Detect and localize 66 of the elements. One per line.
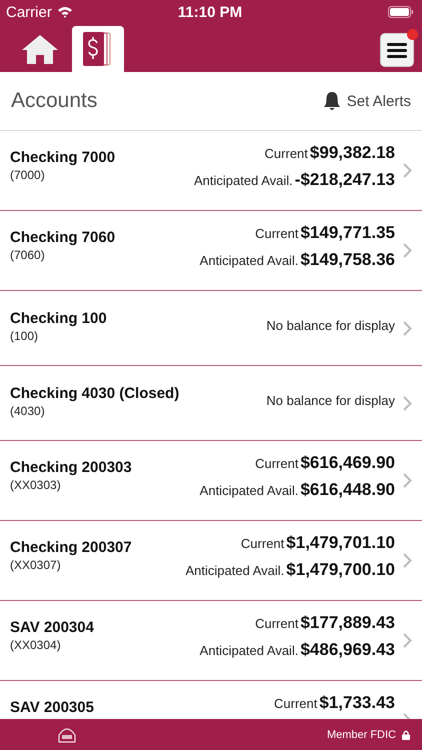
lock-icon — [402, 730, 410, 740]
carrier-text: Carrier — [6, 4, 52, 20]
status-time: 11:10 PM — [176, 4, 244, 20]
balance-label: Current — [240, 536, 284, 551]
chevron-icon — [403, 243, 412, 258]
account-row[interactable]: Checking 200303 (XX0303) Current$616,469.90 Anticipated Avail.$616,448.90 — [0, 441, 422, 521]
account-name: Checking 100 — [10, 310, 108, 327]
account-row[interactable]: Checking 200307 (XX0307) Current$1,479,701.10 Anticipated Avail.$1,479,700.10 — [0, 521, 422, 601]
current-balance: $616,469.90 — [300, 453, 395, 473]
chevron-icon — [403, 553, 412, 568]
account-name: SAV 200304 — [10, 619, 95, 636]
balance-label: Current — [255, 226, 298, 241]
account-number: (100) — [10, 329, 40, 343]
account-number: (XX0304) — [10, 638, 62, 652]
account-name: Checking 7060 — [10, 229, 116, 246]
account-name: Checking 200303 — [10, 459, 133, 476]
account-row[interactable]: SAV 200304 (XX0304) Current$177,889.43 Anticipated Avail.$486,969.43 — [0, 601, 422, 681]
current-balance: $177,889.43 — [300, 613, 395, 633]
account-name: Checking 4030 (Closed) — [10, 385, 180, 402]
current-balance: $149,771.35 — [300, 223, 395, 243]
no-balance-text: No balance for display — [266, 317, 395, 333]
account-number: (XX0303) — [10, 478, 62, 492]
account-row[interactable]: Checking 7060 (7060) Current$149,771.35 Anticipated Avail.$149,758.36 — [0, 211, 422, 291]
chevron-icon — [403, 320, 412, 336]
current-balance: $99,382.18 — [310, 143, 395, 163]
account-number: (7000) — [10, 168, 46, 182]
account-row[interactable]: Checking 4030 (Closed) (4030) No balance for display — [0, 366, 422, 441]
balance-label: Anticipated Avail. — [200, 643, 298, 658]
anticipated-balance: $1,479,700.10 — [286, 560, 395, 580]
current-balance: $1,733.43 — [319, 693, 395, 713]
battery-icon — [388, 6, 414, 18]
account-name: Checking 200307 — [10, 539, 133, 556]
set-alerts-button[interactable]: Set Alerts — [322, 91, 411, 111]
balance-label: Anticipated Avail. — [200, 253, 298, 268]
current-balance: $1,479,701.10 — [286, 533, 395, 553]
balance-label: Current — [255, 616, 298, 631]
anticipated-balance: $616,448.90 — [300, 480, 395, 500]
bell-icon — [322, 91, 341, 111]
anticipated-balance: $486,969.43 — [300, 640, 395, 660]
account-number: (XX0307) — [10, 558, 62, 572]
wifi-icon — [56, 6, 73, 18]
anticipated-balance: $149,758.36 — [300, 250, 395, 270]
chevron-icon — [403, 633, 412, 648]
balance-label: Anticipated Avail. — [200, 483, 298, 498]
account-row[interactable]: Checking 7000 (7000) Current$99,382.18 Anticipated Avail.-$218,247.13 — [0, 131, 422, 211]
footer-text: Member FDIC — [326, 728, 396, 740]
home-icon — [21, 33, 59, 65]
account-row[interactable]: Checking 100 (100) No balance for display — [0, 291, 422, 366]
logo-icon — [57, 726, 77, 742]
accounts-tab[interactable] — [72, 26, 124, 72]
balance-label: Current — [264, 146, 308, 161]
balance-label: Anticipated Avail. — [186, 563, 284, 578]
no-balance-text: No balance for display — [266, 392, 395, 408]
account-name: Checking 7000 — [10, 149, 116, 166]
account-number: (7060) — [10, 248, 46, 262]
anticipated-balance: -$218,247.13 — [294, 170, 395, 190]
account-name: SAV 200305 — [10, 699, 95, 716]
page-title: Accounts — [11, 89, 98, 113]
balance-label: Anticipated Avail. — [194, 173, 293, 188]
balance-label: Current — [255, 456, 298, 471]
balance-label: Current — [274, 696, 318, 711]
account-number: (4030) — [10, 404, 46, 418]
chevron-icon — [403, 396, 412, 410]
menu-icon — [387, 42, 407, 58]
chevron-icon — [403, 473, 412, 488]
chevron-icon — [403, 163, 412, 178]
